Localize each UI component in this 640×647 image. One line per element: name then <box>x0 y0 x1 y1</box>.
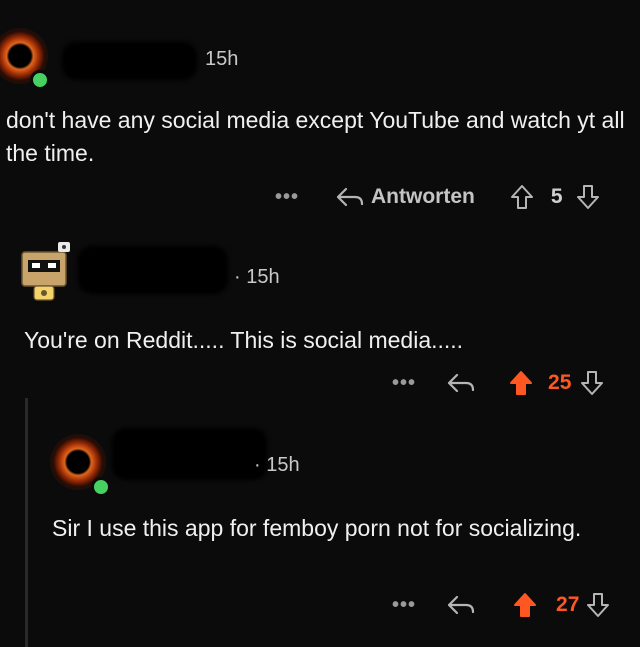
more-options-icon[interactable]: ••• <box>392 372 416 395</box>
comment-body: Sir I use this app for femboy porn not f… <box>52 515 582 541</box>
redacted-username <box>78 246 228 294</box>
downvote-arrow-icon[interactable] <box>585 591 611 619</box>
vote-count: 5 <box>550 185 563 208</box>
comment-body: don't have any social media except YouTu… <box>6 107 625 166</box>
comment-actions: ••• Antworten 5 <box>275 180 601 214</box>
downvote-arrow-icon[interactable] <box>579 369 605 397</box>
redacted-username <box>112 428 267 480</box>
upvote-arrow-icon[interactable] <box>509 183 535 211</box>
reply-button[interactable]: Antworten <box>335 185 475 209</box>
vote-count: 27 <box>556 593 580 616</box>
downvote-arrow-icon[interactable] <box>575 183 601 211</box>
thread-line[interactable] <box>25 398 28 647</box>
comment-time: 15h <box>205 48 239 70</box>
more-options-icon[interactable]: ••• <box>275 186 299 209</box>
upvote-arrow-icon[interactable] <box>512 591 538 619</box>
comment-actions: ••• 25 <box>392 366 605 400</box>
online-status-dot <box>91 477 111 497</box>
reply-arrow-icon[interactable] <box>446 371 476 395</box>
upvote-arrow-icon[interactable] <box>508 369 534 397</box>
reply-label: Antworten <box>371 185 475 208</box>
comment-time: · 15h <box>234 266 280 288</box>
comment-1: 15h don't have any social media except Y… <box>0 0 640 230</box>
vote-count: 25 <box>548 371 572 394</box>
comment-actions: ••• 27 <box>392 588 611 622</box>
online-status-dot <box>30 70 50 90</box>
robot-avatar[interactable] <box>20 240 72 304</box>
redacted-username <box>62 42 197 80</box>
reply-arrow-icon <box>336 187 364 207</box>
more-options-icon[interactable]: ••• <box>392 594 416 617</box>
reply-arrow-icon[interactable] <box>446 593 476 617</box>
comment-body: You're on Reddit..... This is social med… <box>24 327 464 353</box>
comment-time: · 15h <box>254 454 300 476</box>
